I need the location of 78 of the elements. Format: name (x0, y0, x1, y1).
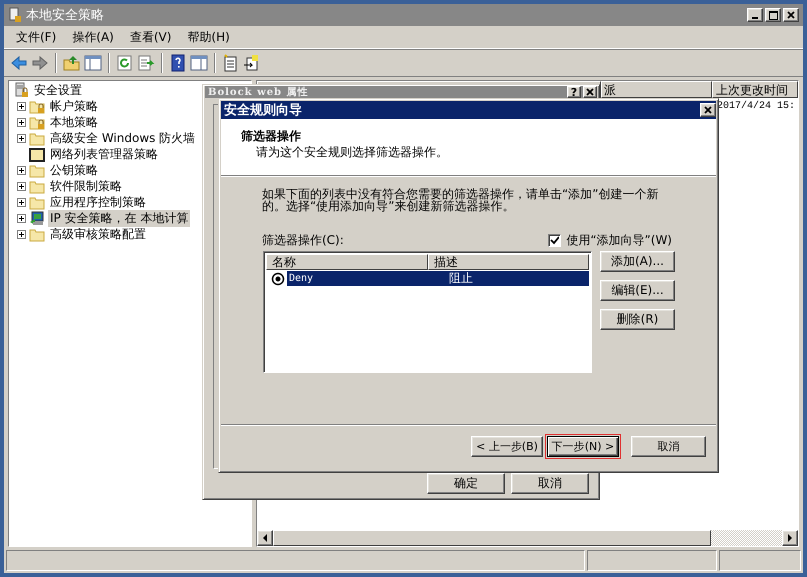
dialog-button[interactable]: 确定 (427, 473, 505, 494)
page-heading: 筛选器操作 (241, 128, 302, 144)
close-button[interactable] (783, 8, 799, 22)
column-header[interactable]: 上次更改时间 (712, 81, 798, 98)
tree-item[interactable]: 公钥策略 (48, 162, 100, 178)
left-arrow-icon (262, 534, 268, 542)
tree-item[interactable]: IP 安全策略，在 本地计算 (48, 210, 190, 226)
scroll-right-button[interactable] (782, 530, 798, 546)
wizard-button[interactable]: 取消 (631, 436, 706, 457)
expand-icon[interactable] (17, 214, 26, 222)
column-header[interactable]: 派 (601, 81, 712, 98)
expand-icon[interactable] (17, 198, 26, 206)
expand-icon[interactable] (17, 182, 26, 190)
dialog-title: 安全规则向导 (224, 102, 303, 119)
window-title: 本地安全策略 (26, 7, 105, 24)
pane-icon[interactable] (84, 54, 102, 72)
locked-server-icon (13, 82, 29, 98)
right-arrow-icon (787, 534, 793, 542)
export-list-icon[interactable] (137, 54, 155, 72)
expand-icon[interactable] (17, 134, 26, 142)
refresh-icon[interactable] (116, 54, 134, 72)
dialog-button[interactable]: 取消 (511, 473, 589, 494)
pane-icon[interactable] (190, 54, 208, 72)
table-cell: 阻止 (433, 271, 589, 286)
action-button[interactable]: 添加(A)... (600, 251, 675, 272)
close-icon (702, 104, 714, 116)
expand-icon[interactable] (17, 230, 26, 238)
maximize-button[interactable] (765, 8, 781, 22)
forward-arrow-icon[interactable] (31, 54, 49, 72)
wizard-button[interactable]: < 上一步(B) (471, 436, 543, 457)
tree-item[interactable]: 本地策略 (48, 114, 100, 130)
expand-icon[interactable] (17, 102, 26, 110)
target-icon (271, 272, 285, 286)
close-button[interactable] (583, 86, 597, 98)
close-icon (785, 9, 797, 21)
action-button[interactable]: 编辑(E)... (600, 280, 675, 301)
tree-item[interactable]: 帐户策略 (48, 98, 100, 114)
action-button[interactable]: 删除(R) (600, 309, 675, 330)
list-row[interactable]: Deny 阻止 (266, 270, 589, 287)
close-button[interactable] (700, 103, 716, 117)
expand-icon[interactable] (17, 166, 26, 174)
menu-item[interactable]: 帮助(H) (181, 28, 236, 46)
filter-action-list[interactable]: 名称 描述 Deny 阻止 (263, 251, 592, 373)
scroll-left-button[interactable] (257, 530, 273, 546)
back-arrow-icon[interactable] (10, 54, 28, 72)
checkbox[interactable] (548, 234, 562, 247)
checkbox-label[interactable]: 使用“添加向导”(W) (566, 232, 672, 249)
column-header[interactable]: 名称 (266, 254, 428, 270)
dialog-title: Bolock web 属性 (208, 86, 310, 98)
app-icon (8, 7, 22, 23)
tree-item[interactable]: 高级安全 Windows 防火墙 (48, 130, 198, 146)
tree-item[interactable]: 应用程序控制策略 (48, 194, 148, 210)
help-button[interactable]: ? (567, 86, 581, 98)
menu-item[interactable]: 查看(V) (124, 28, 178, 46)
tree-item[interactable]: 网络列表管理器策略 (48, 146, 160, 162)
minimize-button[interactable] (747, 8, 763, 22)
help-icon[interactable] (169, 54, 187, 72)
menu-item[interactable]: 文件(F) (10, 28, 62, 46)
table-cell: Deny (287, 271, 433, 286)
menu-item[interactable]: 操作(A) (66, 28, 120, 46)
folder-up-icon[interactable] (63, 54, 81, 72)
tree-item[interactable]: 软件限制策略 (48, 178, 124, 194)
column-header[interactable]: 描述 (428, 254, 589, 270)
computer-icon (29, 210, 45, 226)
table-cell-text: 2017/4/24 15: (716, 100, 796, 114)
wizard-button[interactable]: 下一步(N) > (547, 436, 619, 457)
instruction-text: 如果下面的列表中没有符合您需要的筛选器操作，请单击“添加”创建一个新的。选择“使用添加向导”来创建新筛选器操作。 (262, 188, 660, 212)
close-icon (584, 86, 596, 98)
folder-icon (29, 146, 45, 162)
tree-item[interactable]: 安全设置 (32, 82, 84, 98)
tree-item[interactable]: 高级审核策略配置 (48, 226, 148, 242)
horizontal-scrollbar[interactable] (257, 530, 798, 546)
import-icon[interactable] (243, 54, 261, 72)
page-subheading: 请为这个安全规则选择筛选器操作。 (255, 144, 449, 161)
scrollbar-thumb[interactable] (273, 530, 711, 546)
maximize-icon (768, 10, 778, 20)
list-label: 筛选器操作(C): (262, 232, 344, 249)
expand-icon[interactable] (17, 118, 26, 126)
